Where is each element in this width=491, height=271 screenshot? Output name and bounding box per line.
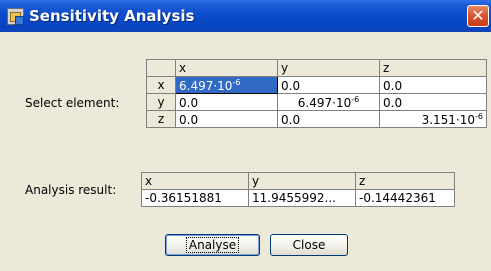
title-bar[interactable]: Sensitivity Analysis ✕ (0, 0, 491, 32)
table-cell[interactable]: 0.0 (175, 93, 278, 111)
table-cell[interactable]: 6.497·10-6 (277, 93, 380, 111)
result-cell[interactable]: -0.14442361 (355, 189, 455, 207)
table-row: -0.36151881 11.9455992... -0.14442361 (141, 189, 455, 207)
table-cell[interactable]: 0.0 (379, 76, 487, 94)
analyse-button[interactable]: Analyse (165, 234, 260, 256)
window-title: Sensitivity Analysis (29, 7, 195, 25)
table-cell[interactable]: 0.0 (379, 93, 487, 111)
analyse-button-label: Analyse (185, 237, 240, 253)
row-header: y (146, 93, 176, 111)
row-header: x (146, 76, 176, 94)
column-header: y (248, 172, 356, 190)
column-header: x (175, 59, 278, 77)
sensitivity-analysis-dialog: Sensitivity Analysis ✕ Select element: x… (0, 0, 491, 271)
table-cell[interactable]: 0.0 (175, 110, 278, 128)
close-button-label: Close (292, 238, 326, 252)
analysis-result-label: Analysis result: (25, 183, 117, 197)
table-row: y 0.0 6.497·10-6 0.0 (146, 93, 487, 111)
row-header: z (146, 110, 176, 128)
close-icon: ✕ (471, 6, 485, 25)
column-header: z (379, 59, 487, 77)
table-cell[interactable]: 0.0 (277, 110, 380, 128)
column-header: y (277, 59, 380, 77)
table-cell[interactable]: 0.0 (277, 76, 380, 94)
select-element-label: Select element: (25, 96, 120, 110)
result-cell[interactable]: -0.36151881 (141, 189, 249, 207)
select-element-table: x y z x 6.497·10-6 0.0 0.0 y 0.0 6.497·1… (146, 59, 487, 128)
table-row: x 6.497·10-6 0.0 0.0 (146, 76, 487, 94)
app-window-icon (7, 8, 24, 25)
table-cell[interactable]: 6.497·10-6 (175, 76, 278, 94)
close-window-button[interactable]: ✕ (467, 5, 489, 27)
column-header: z (355, 172, 455, 190)
result-cell[interactable]: 11.9455992... (248, 189, 356, 207)
close-button[interactable]: Close (270, 234, 348, 256)
column-header: x (141, 172, 249, 190)
table-cell[interactable]: 3.151·10-6 (379, 110, 487, 128)
analysis-result-table: x y z -0.36151881 11.9455992... -0.14442… (141, 172, 455, 207)
corner-cell (146, 59, 176, 77)
table-row: z 0.0 0.0 3.151·10-6 (146, 110, 487, 128)
